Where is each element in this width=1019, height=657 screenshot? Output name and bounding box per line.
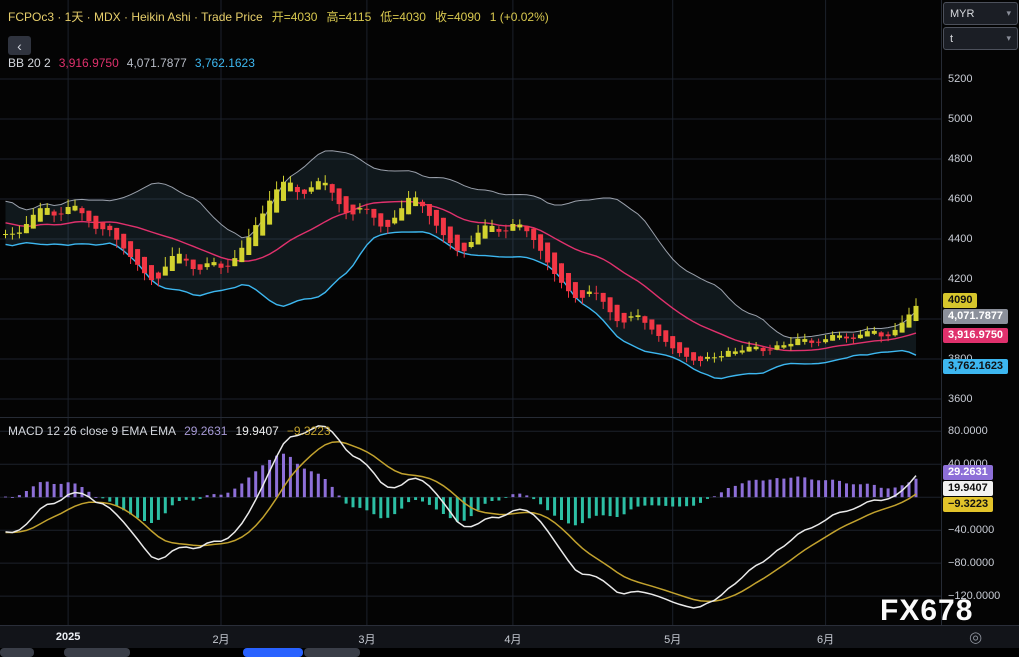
last-price-badge: 4090 (943, 293, 977, 308)
time-axis-label: 2025 (56, 631, 80, 643)
macd-indicator-legend[interactable]: MACD 12 26 close 9 EMA EMA 29.2631 19.94… (8, 424, 331, 438)
chevron-down-icon: ▾ (1006, 33, 1011, 44)
macd-axis-label: 80.0000 (948, 425, 988, 437)
bb-indicator-legend[interactable]: BB 20 2 3,916.9750 4,071.7877 3,762.1623 (8, 56, 255, 70)
bb-lower-value: 3,762.1623 (195, 56, 255, 70)
price-axis-label: 4600 (948, 193, 972, 205)
macd-axis-label: −40.0000 (948, 524, 994, 536)
toolbar-pill[interactable] (0, 648, 34, 657)
macd-histogram-badge: 29.2631 (943, 465, 993, 480)
price-axis-label: 3600 (948, 393, 972, 405)
macd-axis-label: −80.0000 (948, 557, 994, 569)
bb-upper-value: 4,071.7877 (127, 56, 187, 70)
ohlc-high: 高=4115 (326, 8, 371, 25)
pane-separator[interactable] (0, 417, 1019, 418)
macd-legend-title: MACD 12 26 close 9 EMA EMA (8, 424, 176, 438)
unit-select-value: t (950, 33, 953, 45)
macd-histogram-value: 29.2631 (184, 424, 227, 438)
toolbar-pill[interactable] (64, 648, 130, 657)
back-button[interactable]: ‹ (8, 36, 31, 55)
bb-legend-title: BB 20 2 (8, 56, 51, 70)
chevron-down-icon: ▾ (1006, 8, 1011, 19)
time-axis[interactable]: 2025 2月 3月 4月 5月 6月 (0, 625, 1019, 648)
bb-upper-badge: 4,071.7877 (943, 309, 1008, 324)
macd-svg (0, 418, 941, 625)
macd-line-badge: 19.9407 (943, 481, 993, 496)
symbol-title[interactable]: FCPOc3 · 1天 · MDX · Heikin Ashi · Trade … (8, 8, 263, 25)
macd-signal-value: −9.3223 (287, 424, 331, 438)
trading-chart-app: 52005000480046004400420040003800360080.0… (0, 0, 1019, 657)
currency-select[interactable]: MYR ▾ (943, 2, 1018, 25)
macd-indicator-pane[interactable] (0, 418, 941, 625)
back-arrow-icon: ‹ (17, 38, 22, 54)
price-axis-label: 4800 (948, 153, 972, 165)
time-axis-label: 2月 (212, 631, 229, 647)
price-axis-label: 4200 (948, 273, 972, 285)
price-axis-label: 5000 (948, 113, 972, 125)
unit-select[interactable]: t ▾ (943, 27, 1018, 50)
bottom-toolbar (0, 648, 1019, 657)
price-axis-label: 5200 (948, 73, 972, 85)
watermark: FX678 (880, 594, 973, 628)
scrollbar-handle[interactable] (243, 648, 303, 657)
macd-line-value: 19.9407 (235, 424, 278, 438)
time-axis-label: 4月 (504, 631, 521, 647)
change-value: 1 (+0.02%) (490, 10, 549, 24)
toolbar-pill[interactable] (304, 648, 360, 657)
ohlc-low: 低=4030 (380, 8, 426, 25)
ohlc-close: 收=4090 (435, 8, 481, 25)
ohlc-open: 开=4030 (272, 8, 318, 25)
symbol-legend-row: FCPOc3 · 1天 · MDX · Heikin Ashi · Trade … (8, 8, 549, 25)
time-axis-label: 3月 (358, 631, 375, 647)
bb-lower-badge: 3,762.1623 (943, 359, 1008, 374)
time-axis-label: 6月 (817, 631, 834, 647)
price-axis-label: 4400 (948, 233, 972, 245)
bb-basis-value: 3,916.9750 (59, 56, 119, 70)
right-axis[interactable]: 52005000480046004400420040003800360080.0… (941, 0, 1019, 625)
currency-select-value: MYR (950, 8, 974, 20)
target-circle-icon: ◎ (969, 628, 982, 646)
time-axis-label: 5月 (664, 631, 681, 647)
bb-basis-badge: 3,916.9750 (943, 328, 1008, 343)
macd-signal-badge: −9.3223 (943, 497, 993, 512)
